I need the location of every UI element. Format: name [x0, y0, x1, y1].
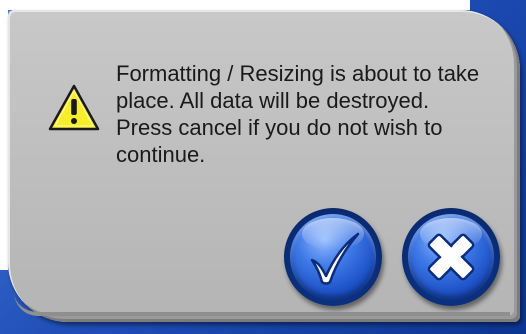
- close-icon: [427, 233, 475, 281]
- message-line: place. All data will be destroyed.: [116, 88, 430, 113]
- confirm-button[interactable]: [284, 208, 382, 306]
- warning-icon: [48, 84, 100, 131]
- backdrop-mask-top: [0, 0, 470, 10]
- message-line: Press cancel if you do not wish to: [116, 115, 443, 140]
- message-line: continue.: [116, 142, 206, 167]
- screen: Formatting / Resizing is about to take p…: [0, 0, 526, 334]
- message-line: Formatting / Resizing is about to take: [116, 61, 480, 86]
- cancel-button[interactable]: [402, 208, 500, 306]
- dialog-message: Formatting / Resizing is about to take p…: [116, 60, 506, 168]
- backdrop-mask-left: [0, 0, 8, 270]
- warning-dialog: Formatting / Resizing is about to take p…: [8, 10, 520, 322]
- checkmark-icon: [310, 232, 360, 285]
